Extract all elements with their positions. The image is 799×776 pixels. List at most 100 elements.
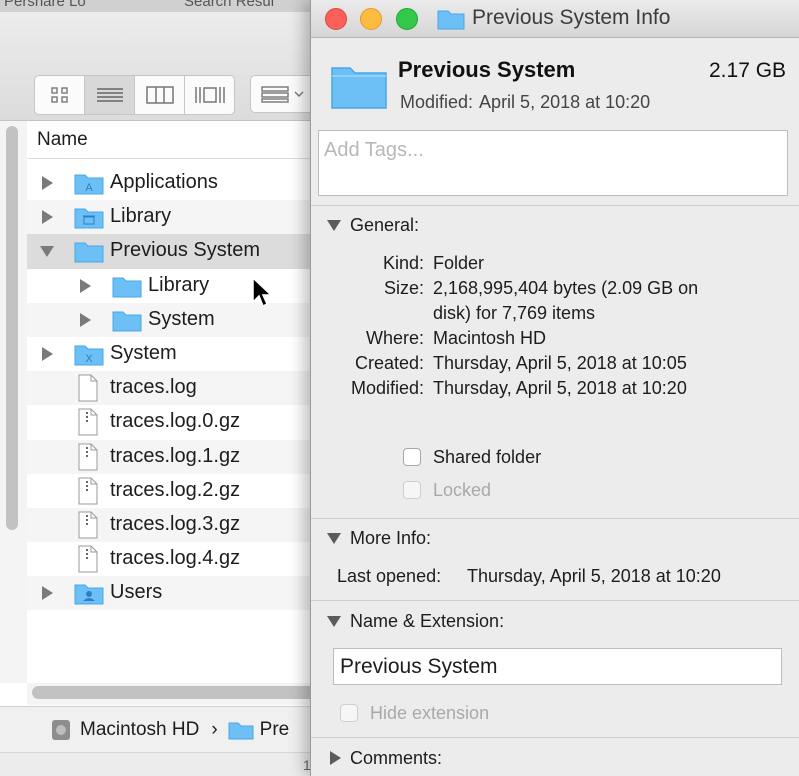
folder-icon [228,722,254,740]
disclosure-triangle-icon[interactable] [42,210,53,225]
gallery-view-icon [194,87,225,103]
list-item-label: traces.log.4.gz [110,547,241,570]
close-button[interactable] [325,8,347,30]
list-item-label: System [148,307,215,330]
locked-checkbox[interactable] [403,481,421,499]
list-item[interactable]: Users [27,576,330,611]
folder-icon [74,242,104,263]
zoom-button[interactable] [396,8,418,30]
column-view-button[interactable] [135,76,185,114]
window-title: Previous System Info [472,6,671,29]
status-bar: 1 [0,752,330,776]
path-item-folder[interactable]: Pre [260,719,290,741]
disclosure-triangle-icon[interactable] [80,278,91,293]
section-toggle-name-extension[interactable] [327,616,341,627]
library-folder-icon [74,208,104,229]
archive-icon [78,443,98,470]
list-item-label: traces.log.2.gz [110,478,241,501]
gallery-view-button[interactable] [185,76,234,114]
icon-view-button[interactable] [35,76,85,114]
tab-search-results[interactable]: Search Resul [184,0,274,10]
horizontal-scrollbar[interactable] [32,686,330,699]
list-item-label: Library [148,273,210,296]
name-field[interactable]: Previous System [333,648,782,685]
list-item-label: traces.log.1.gz [110,444,241,467]
modified-value: Thursday, April 5, 2018 at 10:20 [433,378,687,398]
system-folder-icon: X [74,345,104,366]
where-value: Macintosh HD [433,328,547,348]
list-item[interactable]: System [27,302,330,337]
tab-pershare[interactable]: Pershare Lo [4,0,86,10]
section-title-comments[interactable]: Comments: [350,748,442,769]
file-list: A Applications Library Previous System L… [27,166,330,611]
list-view-icon [96,88,123,102]
hard-drive-icon [52,720,70,740]
svg-text:A: A [85,182,93,194]
section-toggle-more-info[interactable] [327,533,341,544]
list-item-label: traces.log.0.gz [110,410,241,433]
shared-folder-label: Shared folder [433,447,542,467]
divider [311,205,799,206]
list-item[interactable]: traces.log.4.gz [27,542,330,576]
list-item-selected[interactable]: Previous System [27,234,330,269]
section-title-general[interactable]: General: [350,215,419,236]
list-item[interactable]: traces.log.2.gz [27,474,330,508]
folder-icon [437,10,465,30]
path-separator: › [211,719,218,740]
archive-icon [78,477,98,505]
title-bar[interactable]: Previous System Info [311,0,799,38]
list-item[interactable]: traces.log.1.gz [27,439,330,474]
section-title-name-extension[interactable]: Name & Extension: [350,611,504,632]
disclosure-triangle-icon[interactable] [42,586,53,601]
tags-field[interactable]: Add Tags... [318,130,788,196]
list-item-label: traces.log.3.gz [110,512,241,535]
document-icon [78,374,98,402]
header-modified: Modified: April 5, 2018 at 10:20 [400,92,656,113]
archive-icon [78,408,98,436]
shared-folder-checkbox[interactable] [403,448,421,466]
divider [311,518,799,519]
finder-toolbar [0,12,330,121]
size-value-line2: disk) for 7,769 items [433,303,596,323]
list-item-label: Users [110,581,163,604]
list-item[interactable]: Library [27,200,330,235]
size-label: Size: [383,278,424,298]
view-mode-control [34,75,235,115]
disclosure-triangle-icon[interactable] [80,312,91,327]
path-item-disk[interactable]: Macintosh HD [80,719,199,741]
folder-icon [112,311,142,332]
list-item[interactable]: X System [27,337,330,371]
list-view-button[interactable] [85,76,135,114]
disclosure-triangle-icon[interactable] [42,346,53,361]
modified-value: April 5, 2018 at 10:20 [479,92,651,112]
list-item-label: Applications [110,171,218,193]
list-item[interactable]: traces.log [27,371,330,406]
minimize-button[interactable] [360,8,382,30]
list-item[interactable]: traces.log.0.gz [27,405,330,439]
hide-extension-checkbox[interactable] [340,704,358,722]
item-size: 2.17 GB [709,59,787,82]
section-title-more-info[interactable]: More Info: [350,528,431,549]
folder-large-icon [331,67,387,109]
created-label: Created: [354,353,424,373]
hide-extension-label: Hide extension [370,703,490,723]
last-opened-value: Thursday, April 5, 2018 at 10:20 [467,566,721,586]
svg-text:X: X [85,353,93,365]
section-toggle-comments[interactable] [330,751,341,765]
disclosure-triangle-open-icon[interactable] [40,246,54,258]
divider [311,600,799,601]
name-column-header[interactable]: Name [27,121,330,159]
list-item[interactable]: A Applications [27,166,330,200]
info-window: Previous System Info Previous System 2.1… [310,0,799,776]
disclosure-triangle-icon[interactable] [42,176,53,190]
list-item[interactable]: Library [27,269,330,303]
section-toggle-general[interactable] [327,220,341,231]
where-label: Where: [365,328,424,348]
archive-icon [78,511,98,539]
sidebar-scrollbar[interactable] [6,126,18,530]
list-item[interactable]: traces.log.3.gz [27,507,330,543]
finder-window: Pershare Lo Search Resul Name A Applicat… [0,0,330,776]
group-icon [261,86,304,103]
modified-label: Modified: [400,92,474,112]
item-name: Previous System [398,57,576,82]
